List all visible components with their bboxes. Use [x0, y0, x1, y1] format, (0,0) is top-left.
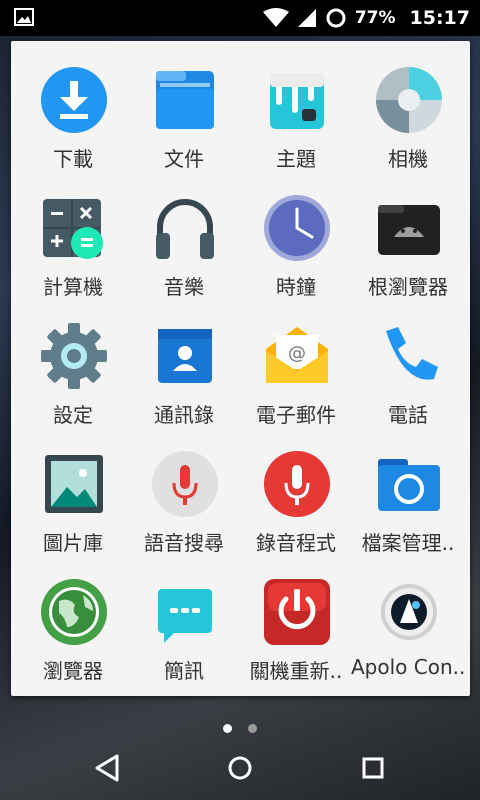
app-label: 檔案管理.. [361, 531, 455, 555]
app-camera[interactable]: 相機 [351, 47, 465, 173]
app-label: 文件 [164, 147, 204, 171]
themes-icon [270, 73, 324, 129]
clock-icon [264, 195, 330, 261]
download-icon [41, 67, 107, 133]
app-clock[interactable]: 時鐘 [239, 175, 353, 301]
navigation-bar [0, 736, 480, 800]
app-label: 關機重新.. [249, 659, 343, 683]
app-apolo-con[interactable]: Apolo Con.. [351, 559, 465, 685]
app-root-browser[interactable]: 根瀏覽器 [351, 175, 465, 301]
calculator-icon [43, 199, 103, 259]
page-dot-active[interactable] [223, 724, 233, 733]
app-label: 語音搜尋 [144, 531, 224, 555]
contacts-icon [158, 329, 212, 383]
camera-icon [376, 67, 442, 133]
app-downloads[interactable]: 下載 [16, 47, 130, 173]
voice-search-icon [152, 451, 218, 517]
app-file-manager[interactable]: 檔案管理.. [351, 431, 465, 557]
app-voice-search[interactable]: 語音搜尋 [127, 431, 241, 557]
page-dot[interactable] [247, 724, 257, 733]
app-label: Apolo Con.. [351, 655, 465, 679]
back-icon[interactable] [72, 744, 142, 792]
app-power-reboot[interactable]: 關機重新.. [239, 559, 353, 685]
app-label: 設定 [53, 403, 93, 427]
files-folder-icon [156, 71, 214, 129]
app-gallery[interactable]: 圖片庫 [16, 431, 130, 557]
power-reboot-icon [264, 579, 330, 645]
app-label: 電子郵件 [256, 403, 336, 427]
app-label: 瀏覽器 [43, 659, 103, 683]
music-headphones-icon [156, 199, 214, 259]
app-label: 電話 [388, 403, 428, 427]
cell-signal-icon [297, 9, 316, 27]
page-indicator [0, 718, 480, 737]
app-label: 簡訊 [164, 659, 204, 683]
home-icon[interactable] [205, 744, 275, 792]
app-label: 下載 [53, 147, 93, 171]
app-contacts[interactable]: 通訊錄 [127, 303, 241, 429]
sound-recorder-icon [264, 451, 330, 517]
root-browser-icon [378, 205, 440, 255]
app-drawer: 下載 文件 主題 相機 計算機 音樂 時鐘 根瀏覽器 設定 通訊錄 @ 電子郵件… [11, 41, 470, 696]
app-email[interactable]: @ 電子郵件 [239, 303, 353, 429]
app-label: 根瀏覽器 [368, 275, 448, 299]
app-label: 主題 [276, 147, 316, 171]
messaging-icon [158, 589, 212, 643]
app-settings[interactable]: 設定 [16, 303, 130, 429]
browser-globe-icon [41, 579, 107, 645]
battery-percent: 77% [354, 8, 396, 28]
file-manager-icon [378, 459, 440, 511]
app-sound-recorder[interactable]: 錄音程式 [239, 431, 353, 557]
apollo-emblem-icon [381, 584, 437, 640]
wifi-icon [262, 8, 289, 27]
app-browser[interactable]: 瀏覽器 [16, 559, 130, 685]
app-label: 時鐘 [276, 275, 316, 299]
app-phone[interactable]: 電話 [351, 303, 465, 429]
app-label: 音樂 [164, 275, 204, 299]
app-label: 計算機 [43, 275, 103, 299]
phone-icon [386, 327, 438, 380]
app-label: 相機 [388, 147, 428, 171]
settings-gear-icon [41, 323, 107, 389]
app-label: 圖片庫 [43, 531, 103, 555]
recents-icon[interactable] [338, 744, 408, 792]
gallery-icon [45, 455, 103, 513]
app-themes[interactable]: 主題 [239, 47, 353, 173]
email-icon: @ [266, 327, 328, 383]
image-notification-icon [14, 8, 34, 26]
svg-text:@: @ [288, 343, 306, 364]
app-label: 錄音程式 [256, 531, 336, 555]
clock-time: 15:17 [409, 7, 470, 29]
status-bar: 77% 15:17 [0, 0, 480, 36]
app-label: 通訊錄 [154, 403, 214, 427]
sync-circle-icon [326, 8, 346, 28]
app-music[interactable]: 音樂 [127, 175, 241, 301]
app-calculator[interactable]: 計算機 [16, 175, 130, 301]
app-files[interactable]: 文件 [127, 47, 241, 173]
app-messaging[interactable]: 簡訊 [127, 559, 241, 685]
